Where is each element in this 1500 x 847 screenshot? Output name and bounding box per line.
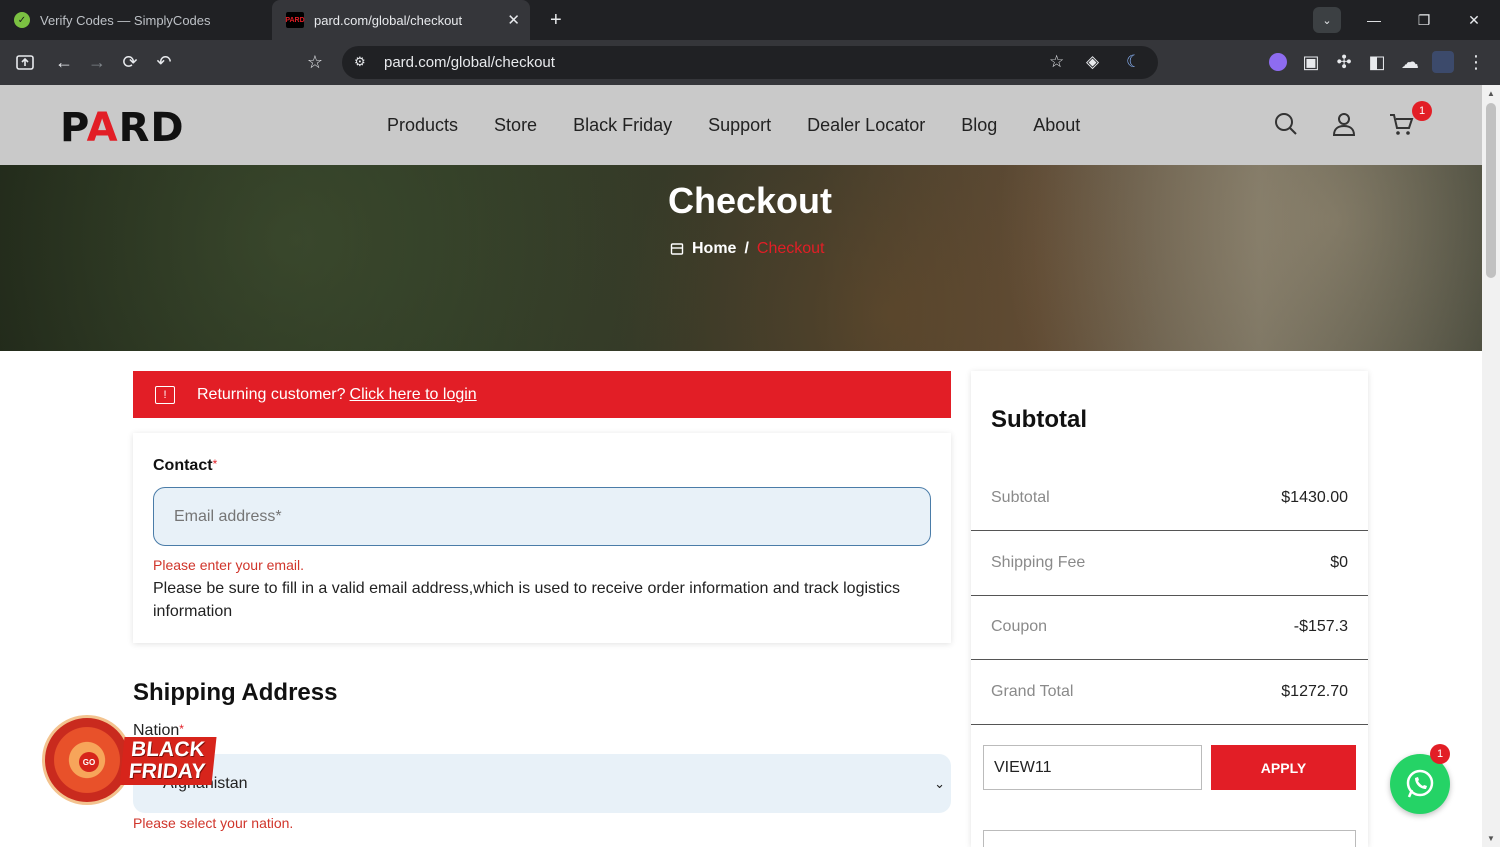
nav-about[interactable]: About [1033, 115, 1080, 136]
dark-mode-icon[interactable]: ☾ [1126, 52, 1141, 72]
extension-square-icon[interactable]: ▣ [1299, 50, 1323, 74]
site-header: PARD Products Store Black Friday Support… [0, 85, 1482, 165]
pard-icon: PARD [285, 12, 305, 28]
contact-label: Contact* [153, 457, 218, 474]
restore-icon[interactable]: ❐ [1401, 0, 1447, 40]
black-friday-label: BLACK FRIDAY [119, 737, 217, 785]
screenshot-icon[interactable] [13, 50, 37, 74]
new-tab-icon[interactable]: + [550, 9, 562, 32]
profile-avatar-icon[interactable] [1431, 50, 1455, 74]
summary-next-field[interactable] [983, 830, 1356, 847]
nation-select[interactable]: Afghanistan ⌄ [133, 754, 951, 813]
contact-card: Contact* Please enter your email. Please… [133, 433, 951, 643]
forward-icon[interactable]: → [85, 50, 109, 74]
page-title: Checkout [667, 180, 833, 221]
page-scrollbar[interactable]: ▲ ▼ [1482, 85, 1500, 847]
email-error: Please enter your email. [153, 557, 304, 573]
nav-support[interactable]: Support [708, 115, 771, 136]
breadcrumb-home[interactable]: Home [692, 240, 736, 258]
returning-customer-notice: ! Returning customer? Click here to logi… [133, 371, 951, 418]
nav-blog[interactable]: Blog [961, 115, 997, 136]
undo-icon[interactable]: ↶ [152, 50, 176, 74]
whatsapp-icon [1406, 769, 1434, 798]
nav-black-friday[interactable]: Black Friday [573, 115, 672, 136]
main-nav: Products Store Black Friday Support Deal… [387, 115, 1080, 136]
nav-store[interactable]: Store [494, 115, 537, 136]
notice-text: Returning customer? [197, 385, 346, 403]
summary-row-grand-total: Grand Total $1272.70 [971, 660, 1368, 725]
extensions-puzzle-icon[interactable]: ✣ [1332, 50, 1356, 74]
site-info-icon[interactable]: ⚙ [354, 54, 366, 70]
close-tab-icon[interactable]: ✕ [507, 11, 520, 29]
order-summary: Subtotal Subtotal $1430.00 Shipping Fee $0… [971, 371, 1368, 847]
whatsapp-count-badge: 1 [1430, 744, 1450, 764]
nav-dealer-locator[interactable]: Dealer Locator [807, 115, 925, 136]
coupon-input[interactable]: VIEW11 [983, 745, 1202, 790]
account-icon[interactable] [1331, 111, 1357, 137]
bookmark-star-icon[interactable]: ☆ [303, 50, 327, 74]
tab-simplycodes[interactable]: ✓ Verify Codes — SimplyCodes [0, 0, 270, 40]
shipping-address-title: Shipping Address [133, 679, 338, 706]
chevron-down-icon: ⌄ [934, 775, 945, 791]
tab-title: pard.com/global/checkout [314, 12, 463, 28]
email-field[interactable] [153, 487, 931, 546]
browser-tab-bar: ✓ Verify Codes — SimplyCodes PARD pard.c… [0, 0, 1500, 40]
summary-row-coupon: Coupon -$157.3 [971, 595, 1368, 660]
extension-purple-icon[interactable] [1266, 50, 1290, 74]
star-icon[interactable]: ☆ [1049, 52, 1064, 72]
black-friday-badge[interactable]: GO BLACK FRIDAY [42, 715, 222, 807]
breadcrumb: Home / Checkout [670, 240, 825, 258]
tab-title: Verify Codes — SimplyCodes [40, 12, 211, 28]
scroll-down-icon[interactable]: ▼ [1487, 834, 1495, 843]
cart-icon[interactable] [1388, 111, 1414, 137]
side-panel-icon[interactable]: ◧ [1365, 50, 1389, 74]
address-bar[interactable]: ⚙ pard.com/global/checkout ☆ ◈ ☾ [342, 46, 1158, 79]
tab-pard-checkout[interactable]: PARD pard.com/global/checkout ✕ [272, 0, 530, 40]
close-window-icon[interactable]: ✕ [1451, 0, 1497, 40]
login-link[interactable]: Click here to login [350, 386, 477, 404]
store-icon [670, 243, 684, 255]
minimize-icon[interactable]: — [1351, 0, 1397, 40]
summary-row-shipping: Shipping Fee $0 [971, 531, 1368, 596]
back-icon[interactable]: ← [52, 50, 76, 74]
pard-logo[interactable]: PARD [60, 105, 185, 151]
scrollbar-thumb[interactable] [1486, 103, 1496, 278]
cart-count-badge: 1 [1412, 101, 1432, 121]
apply-coupon-button[interactable]: APPLY [1211, 745, 1356, 790]
browser-menu-icon[interactable]: ⋮ [1464, 50, 1488, 74]
browser-toolbar: ← → ⟳ ↶ ☆ ⚙ pard.com/global/checkout ☆ ◈… [0, 40, 1500, 85]
tab-search-icon[interactable]: ⌄ [1313, 7, 1341, 33]
extension-layers-icon[interactable]: ◈ [1086, 52, 1099, 72]
breadcrumb-separator: / [744, 240, 749, 257]
prize-wheel-icon: GO [42, 715, 132, 805]
summary-title: Subtotal [991, 406, 1087, 433]
upload-cloud-icon[interactable]: ☁ [1398, 50, 1422, 74]
url-text: pard.com/global/checkout [384, 54, 555, 71]
email-hint: Please be sure to fill in a valid email … [153, 580, 901, 620]
reload-icon[interactable]: ⟳ [118, 50, 142, 74]
simplycodes-icon: ✓ [14, 12, 30, 28]
chat-icon: ! [155, 385, 175, 404]
nav-products[interactable]: Products [387, 115, 458, 136]
scroll-up-icon[interactable]: ▲ [1487, 89, 1495, 98]
search-icon[interactable] [1273, 111, 1299, 137]
nation-error: Please select your nation. [133, 815, 294, 831]
breadcrumb-current: Checkout [756, 240, 825, 257]
summary-row-subtotal: Subtotal $1430.00 [971, 466, 1368, 531]
